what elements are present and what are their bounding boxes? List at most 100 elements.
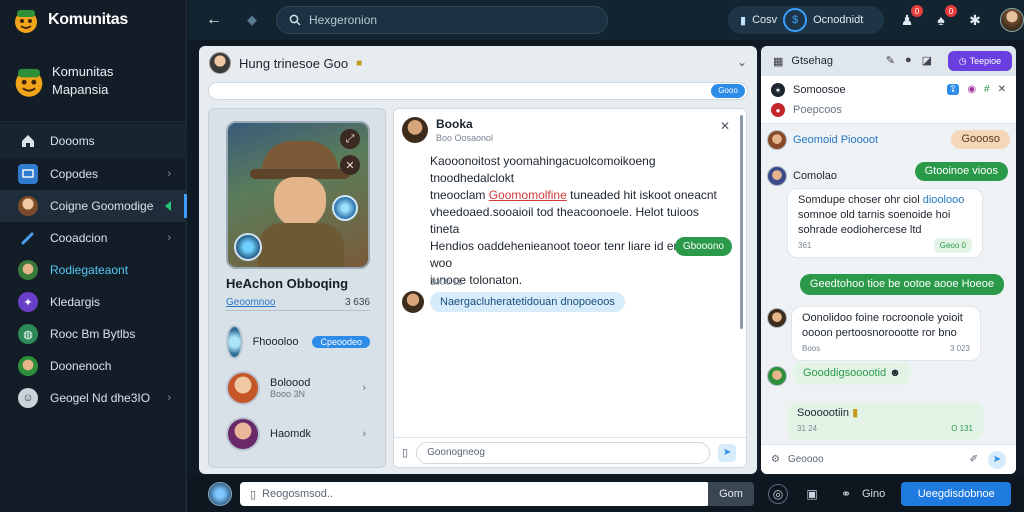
tag-icon[interactable]: ◪ (922, 54, 932, 67)
friend-item[interactable]: Fhoooloo Cpeoodeo (226, 323, 370, 361)
message-meta-left: 31 24 (797, 424, 818, 433)
friend-item[interactable]: Boloood Booo 3N › (226, 369, 370, 407)
gem-icon (234, 233, 262, 261)
chat-contact-name: Booka (436, 117, 473, 131)
sidebar: Komunitas Komunitas Mapansia Doooms Copo… (0, 0, 187, 512)
incoming-bubble: Naergacluheratetidouan dnopoeoos (430, 292, 625, 312)
sidebar-item-coigne[interactable]: Coigne Goomodige (0, 190, 187, 222)
incoming-bubble-link[interactable]: dioolooo (923, 194, 965, 206)
outgoing-bubble: Gtooinoe vioos (914, 162, 1008, 181)
main-panel: Hung trinesoe Goo ■ ⌄ Gooo ⤢ ✕ HeAchon O… (199, 46, 757, 474)
emoji-icon: ▮ (852, 407, 859, 419)
bottom-label[interactable]: Gino (862, 488, 885, 500)
friend-chip[interactable]: Cpeoodeo (312, 336, 370, 348)
orb-icon (332, 195, 358, 221)
chat-message-line: Kaooonoitost yoomahingacuolcomoikoeng tn… (430, 154, 656, 185)
bottom-message-input[interactable]: ▯ Reogosmsod.. (240, 482, 710, 506)
palette-icon[interactable]: ◉ (967, 84, 976, 95)
brand-name: Komunitas (48, 11, 128, 28)
action-button-label: Teepioe (969, 56, 1002, 66)
profile-link[interactable]: Geoomnoo (226, 297, 275, 308)
save-icon[interactable]: ▣ (802, 484, 822, 504)
pin-icon[interactable]: ◆ (240, 8, 264, 32)
top-bar: ← ◆ Hexgeronion ▮ Cosv $ Ocnodnidt ♟ 0 ♠ 0… (188, 0, 1024, 40)
message-meta-right: 3 023 (949, 344, 970, 353)
settings-icon[interactable]: ✱ (964, 9, 986, 31)
record-icon[interactable]: ● (905, 54, 912, 67)
attach-icon[interactable]: ▯ (402, 446, 408, 459)
chat-scrollbar[interactable] (740, 115, 743, 329)
device-icon: ▮ (740, 14, 747, 27)
sidebar-item-rooc[interactable]: ◍ Rooc Bm Bytlbs (0, 318, 187, 350)
main-text-input[interactable]: Gooo (208, 82, 748, 100)
globe-icon: ◍ (18, 324, 38, 344)
alert-badge: 0 (945, 5, 957, 17)
close-icon[interactable]: ✕ (340, 155, 360, 175)
sidebar-item-rodiegateaont[interactable]: Rodiegateaont (0, 254, 187, 286)
share-icon[interactable]: ⇪ (946, 84, 960, 95)
sidebar-item-geogel[interactable]: ☺ Geogel Nd dhe3IO › (0, 382, 187, 414)
sidebar-item-kledargis[interactable]: ✦ Kledargis (0, 286, 187, 318)
chat-contact-status: Boo Oosaonol (436, 133, 494, 143)
send-icon[interactable]: ➤ (718, 443, 737, 462)
attach-icon[interactable]: ✐ (970, 454, 978, 465)
hashtag-icon[interactable]: # (984, 84, 990, 95)
avatar (402, 291, 424, 313)
settings-icon[interactable]: ⚙ (771, 454, 780, 465)
group-logo-icon: ✶ (771, 83, 785, 97)
avatar[interactable] (208, 482, 232, 506)
user-switcher[interactable]: ▮ Cosv $ Ocnodnidt (728, 6, 884, 34)
send-icon[interactable]: ➤ (988, 450, 1006, 469)
sidebar-item-copodes[interactable]: Copodes › (0, 158, 187, 190)
avatar (767, 166, 787, 186)
chevron-down-icon[interactable]: ⌄ (737, 55, 747, 69)
close-icon[interactable]: ✕ (720, 119, 730, 133)
right-compose: ⚙ Geoooo ✐ ➤ (761, 444, 1016, 474)
lock-icon: ■ (356, 57, 363, 69)
primary-button[interactable]: Ueegdisdobnoe (901, 482, 1012, 506)
right-compose-input[interactable]: Geoooo (788, 454, 824, 465)
profile-meta: Geoomnoo 3 636 (226, 297, 370, 311)
sidebar-item-doonenoch[interactable]: Doonenoch (0, 350, 187, 382)
link-icon[interactable]: ⚭ (836, 484, 856, 504)
bottom-input-placeholder: Reogosmsod.. (262, 488, 333, 500)
chat-message-line: vheedoaed.sooaioil tod theacoonoele. Hel… (430, 205, 699, 236)
user-right-label: Ocnodnidt (813, 14, 864, 26)
community-header[interactable]: Komunitas Mapansia (0, 40, 186, 122)
community-title-line2: Mapansia (52, 81, 109, 97)
alert-bell-icon[interactable]: ♠ 0 (930, 5, 957, 31)
emoji-icon[interactable]: ◎ (768, 484, 788, 504)
profile-name: HeAchon Obboqing (226, 276, 349, 291)
right-panel-header: ▦ Gtsehag ✎ ● ◪ ◷ Teepioe (761, 46, 1016, 76)
avatar (226, 371, 260, 405)
sidebar-item-label: Doonenoch (50, 359, 112, 373)
message-meta-left: Boos (802, 344, 821, 353)
chat-compose-input[interactable]: Goonogneog (416, 441, 711, 464)
active-marker-icon (165, 201, 171, 211)
message-meta: Boos 3 023 (802, 341, 970, 356)
chat-message-link[interactable]: Goomomolfine (489, 188, 567, 202)
sidebar-item-home[interactable]: Doooms (0, 124, 187, 158)
notification-bell-icon[interactable]: ♟ 0 (896, 5, 923, 31)
sidebar-item-cooadcion[interactable]: Cooadcion › (0, 222, 187, 254)
search-input[interactable]: Hexgeronion (276, 6, 608, 34)
resize-icon[interactable]: ⤢ (340, 129, 360, 149)
user-avatar[interactable] (1000, 8, 1024, 32)
edit-icon[interactable]: ✎ (886, 54, 895, 67)
back-arrow-icon[interactable]: ← (202, 8, 226, 32)
grid-icon: ▦ (773, 55, 784, 68)
message-header: Comolao (767, 166, 837, 186)
incoming-bubble-text: Somdupe choser ohr ciol (798, 194, 920, 206)
friend-item[interactable]: Haomdk › (226, 415, 370, 453)
right-panel-title: Gtsehag (791, 55, 833, 67)
friend-text: Boloood Booo 3N (270, 377, 310, 399)
puzzle-icon: ✦ (18, 292, 38, 312)
close-icon[interactable]: ✕ (998, 84, 1006, 95)
action-button[interactable]: ◷ Teepioe (948, 51, 1012, 71)
topic-tag[interactable]: Goooso (951, 130, 1010, 149)
record-icon: ● (771, 103, 785, 117)
go-button[interactable]: Gooo (711, 84, 745, 98)
send-button[interactable]: Gom (708, 482, 754, 506)
sidebar-nav: Doooms Copodes › Coigne Goomodige Cooadc… (0, 124, 187, 414)
brand-header[interactable]: Komunitas (0, 0, 186, 40)
